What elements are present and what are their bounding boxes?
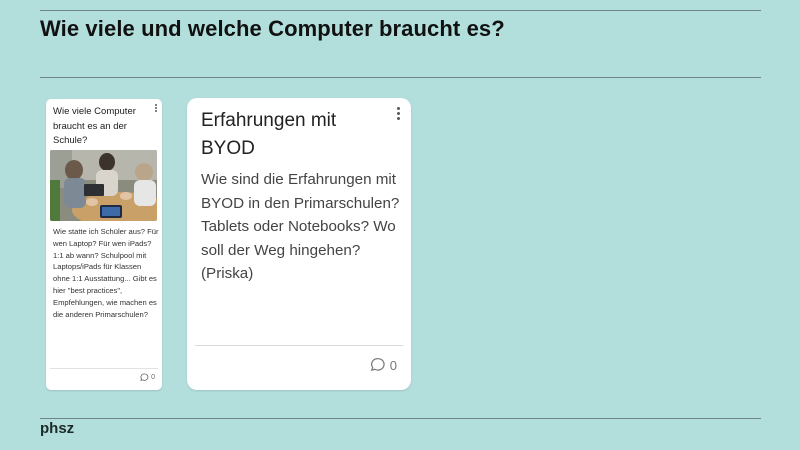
slide-title: Wie viele und welche Computer braucht es… <box>40 16 505 41</box>
top-rule <box>40 10 761 11</box>
post-card-body: Wie sind die Erfahrungen mit BYOD in den… <box>201 171 400 282</box>
post-card-title: Wie viele Computer braucht es an der Sch… <box>53 106 136 146</box>
more-options-icon[interactable] <box>397 107 400 122</box>
classroom-photo <box>50 150 157 221</box>
more-options-icon[interactable] <box>155 104 157 113</box>
post-card-body: Wie statte ich Schüler aus? Für wen Lapt… <box>53 227 159 319</box>
comment-icon <box>370 357 385 372</box>
footer-rule <box>40 418 761 419</box>
title-underline <box>40 77 761 78</box>
comment-icon <box>140 373 149 382</box>
card-divider <box>195 345 403 346</box>
brand-logo: phsz <box>40 420 75 437</box>
post-card[interactable]: Wie viele Computer braucht es an der Sch… <box>46 99 162 390</box>
post-card[interactable]: Erfahrungen mit BYOD Wie sind die Erfahr… <box>187 98 411 390</box>
comments-button[interactable]: 0 <box>140 373 155 382</box>
comments-button[interactable]: 0 <box>370 357 397 373</box>
comment-count: 0 <box>151 374 155 381</box>
comment-count: 0 <box>389 357 397 373</box>
post-card-title: Erfahrungen mit BYOD <box>201 110 337 159</box>
card-divider <box>50 368 158 369</box>
